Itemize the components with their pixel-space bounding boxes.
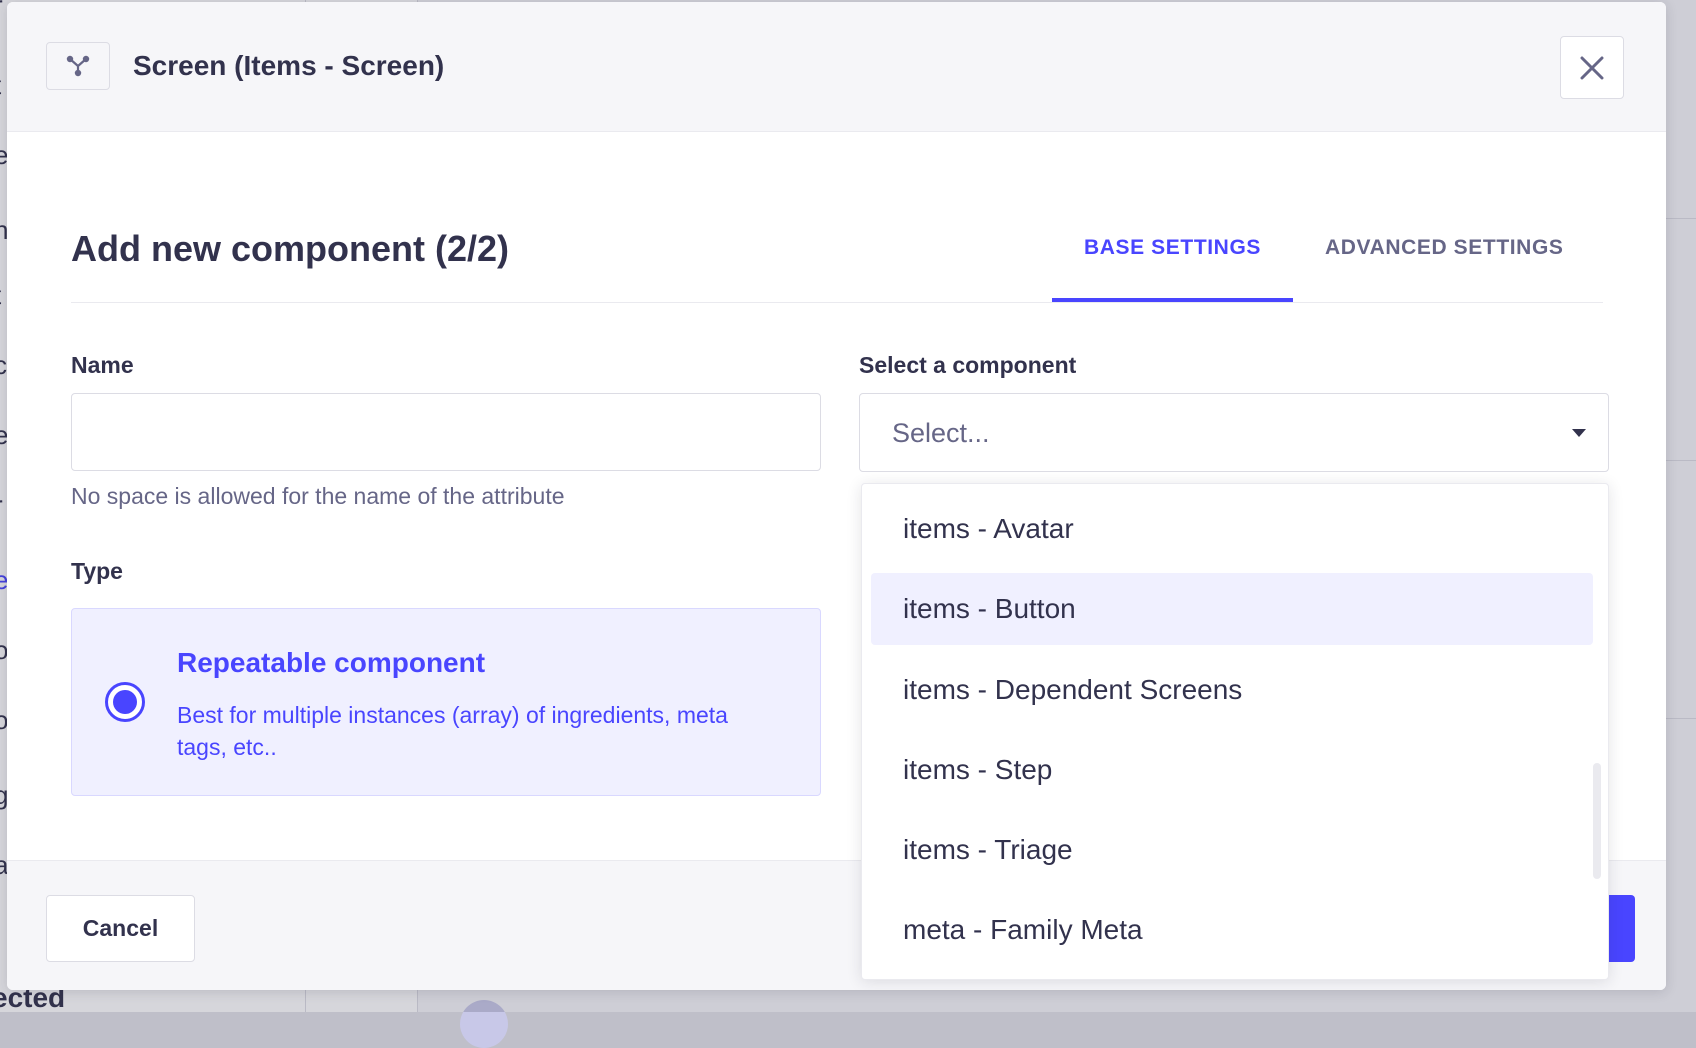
settings-tabs: BASE SETTINGS ADVANCED SETTINGS <box>1052 216 1596 302</box>
caret-down-icon <box>1572 429 1586 437</box>
select-placeholder: Select... <box>892 418 990 448</box>
option-meta-family-meta[interactable]: meta - Family Meta <box>871 894 1593 966</box>
component-dropdown-list: items - Avatar items - Button items - De… <box>861 483 1609 980</box>
modal-header: Screen (Items - Screen) <box>7 2 1666 132</box>
cancel-button[interactable]: Cancel <box>46 895 195 962</box>
option-title: Repeatable component <box>177 647 486 678</box>
component-select[interactable]: Select... <box>859 393 1609 472</box>
option-items-step[interactable]: items - Step <box>871 734 1593 806</box>
option-items-avatar[interactable]: items - Avatar <box>871 493 1593 565</box>
close-button[interactable] <box>1560 36 1624 99</box>
name-hint: No space is allowed for the name of the … <box>71 483 565 509</box>
repeatable-radio[interactable] <box>105 682 145 722</box>
repeatable-component-option[interactable]: Repeatable component Best for multiple i… <box>71 608 821 796</box>
radio-selected-dot <box>113 690 137 714</box>
modal-title: Screen (Items - Screen) <box>133 50 445 81</box>
header-icon-box <box>46 42 110 90</box>
dropdown-scrollbar[interactable] <box>1593 763 1601 879</box>
select-component-label: Select a component <box>859 352 1077 378</box>
name-label: Name <box>71 352 134 378</box>
option-description: Best for multiple instances (array) of i… <box>177 702 728 760</box>
type-label: Type <box>71 558 123 584</box>
tabs-divider <box>71 302 1603 303</box>
option-items-triage[interactable]: items - Triage <box>871 814 1593 886</box>
form-title: Add new component (2/2) <box>71 228 510 269</box>
name-input[interactable] <box>71 393 821 471</box>
add-component-modal: Screen (Items - Screen) Add new componen… <box>7 2 1666 990</box>
component-connector-icon <box>66 55 90 77</box>
tab-base-settings[interactable]: BASE SETTINGS <box>1052 216 1293 302</box>
close-icon <box>1580 56 1604 79</box>
tab-advanced-settings[interactable]: ADVANCED SETTINGS <box>1293 216 1596 302</box>
option-items-dependent-screens[interactable]: items - Dependent Screens <box>871 654 1593 726</box>
option-items-button[interactable]: items - Button <box>871 573 1593 645</box>
